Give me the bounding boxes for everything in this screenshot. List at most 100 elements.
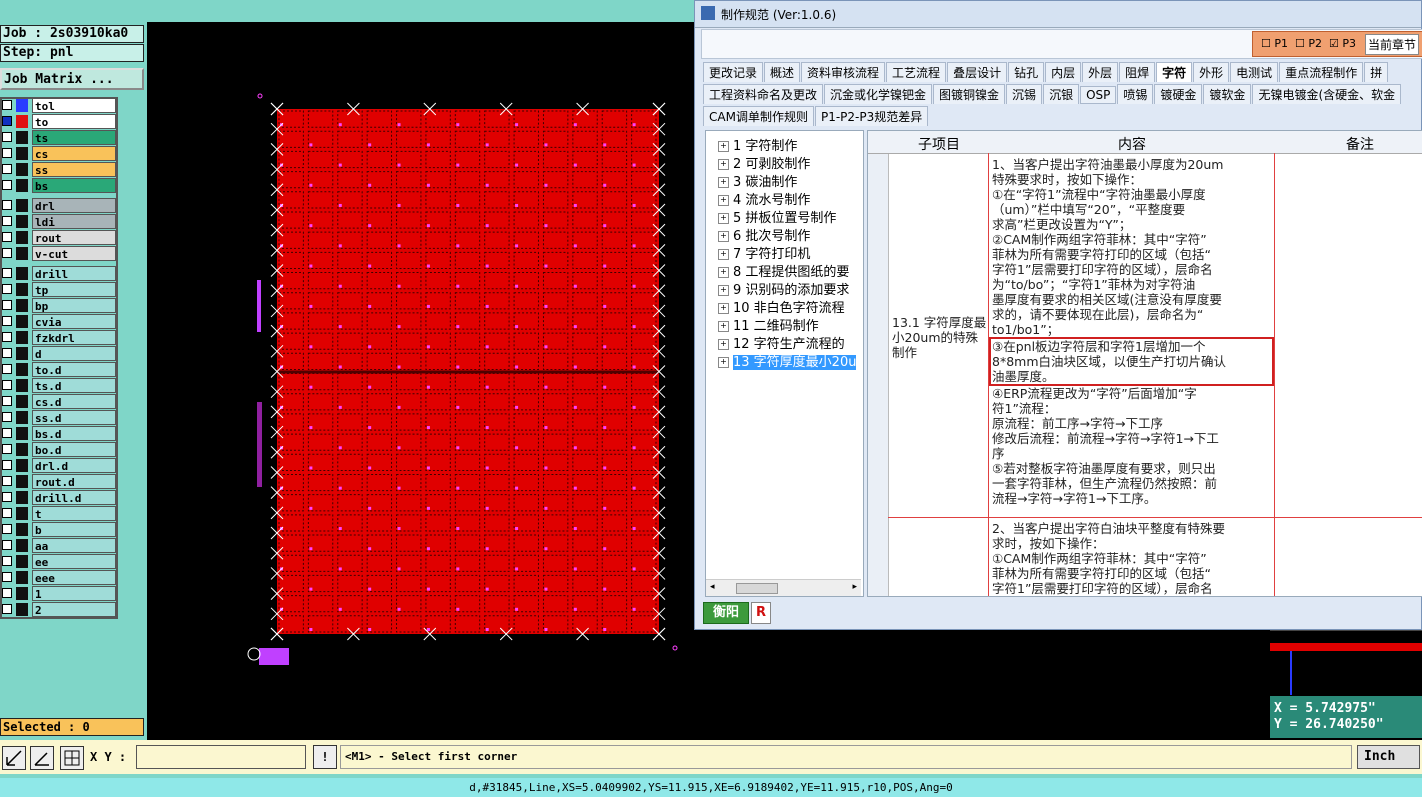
layer-checkbox[interactable]	[2, 180, 12, 190]
layer-color-swatch[interactable]	[16, 315, 28, 328]
unit-select[interactable]: Inch	[1357, 745, 1420, 769]
layer-name[interactable]: cs	[32, 146, 116, 161]
tab[interactable]: 外形	[1193, 62, 1230, 82]
layer-row[interactable]: drill.d	[0, 489, 118, 505]
layer-checkbox[interactable]	[2, 148, 12, 158]
layer-color-swatch[interactable]	[16, 427, 28, 440]
layer-color-swatch[interactable]	[16, 115, 28, 128]
layer-color-swatch[interactable]	[16, 507, 28, 520]
layer-color-swatch[interactable]	[16, 443, 28, 456]
layer-name[interactable]: ss.d	[32, 410, 116, 425]
layer-color-swatch[interactable]	[16, 539, 28, 552]
layer-row[interactable]: aa	[0, 537, 118, 553]
warning-icon[interactable]: !	[313, 745, 337, 769]
layer-name[interactable]: t	[32, 506, 116, 521]
tab[interactable]: 电测试	[1230, 62, 1279, 82]
layer-checkbox[interactable]	[2, 268, 12, 278]
layer-checkbox[interactable]	[2, 164, 12, 174]
expand-icon[interactable]: +	[718, 285, 729, 296]
layer-name[interactable]: 2	[32, 602, 116, 617]
layer-name[interactable]: drill	[32, 266, 116, 281]
tab[interactable]: 拼	[1364, 62, 1389, 82]
tree-item[interactable]: +9 识别码的添加要求	[718, 279, 849, 298]
layer-row[interactable]: cs.d	[0, 393, 118, 409]
layer-checkbox[interactable]	[2, 132, 12, 142]
layer-row[interactable]: fzkdrl	[0, 329, 118, 345]
layer-name[interactable]: bs.d	[32, 426, 116, 441]
tree-item[interactable]: +1 字符制作	[718, 135, 797, 154]
expand-icon[interactable]: +	[718, 231, 729, 242]
tree-item[interactable]: +13 字符厚度最小20u	[718, 351, 857, 370]
layer-checkbox[interactable]	[2, 380, 12, 390]
angle-tool-button[interactable]	[30, 746, 54, 770]
layer-name[interactable]: v-cut	[32, 246, 116, 261]
layer-row[interactable]: rout.d	[0, 473, 118, 489]
layer-checkbox[interactable]	[2, 556, 12, 566]
expand-icon[interactable]: +	[718, 249, 729, 260]
tab[interactable]: 喷锡	[1117, 84, 1154, 104]
layer-name[interactable]: ts	[32, 130, 116, 145]
tree-item[interactable]: +3 碳油制作	[718, 171, 797, 190]
layer-color-swatch[interactable]	[16, 475, 28, 488]
layer-checkbox[interactable]	[2, 348, 12, 358]
layer-name[interactable]: cvia	[32, 314, 116, 329]
job-matrix-button[interactable]: Job Matrix ...	[0, 68, 144, 90]
tree-item[interactable]: +10 非白色字符流程	[718, 297, 845, 316]
layer-checkbox[interactable]	[2, 476, 12, 486]
layer-checkbox[interactable]	[2, 572, 12, 582]
layer-color-swatch[interactable]	[16, 215, 28, 228]
layer-checkbox[interactable]	[2, 540, 12, 550]
layer-row[interactable]: ts.d	[0, 377, 118, 393]
layer-color-swatch[interactable]	[16, 395, 28, 408]
layer-row[interactable]: ldi	[0, 213, 118, 229]
layer-name[interactable]: eee	[32, 570, 116, 585]
tree-item[interactable]: +6 批次号制作	[718, 225, 810, 244]
layer-color-swatch[interactable]	[16, 331, 28, 344]
layer-checkbox[interactable]	[2, 492, 12, 502]
layer-checkbox[interactable]	[2, 396, 12, 406]
layer-row[interactable]: bs.d	[0, 425, 118, 441]
layer-checkbox[interactable]	[2, 524, 12, 534]
scroll-left-arrow[interactable]: ◂	[710, 582, 715, 592]
xy-input[interactable]	[136, 745, 306, 769]
layer-checkbox[interactable]	[2, 444, 12, 454]
layer-name[interactable]: aa	[32, 538, 116, 553]
layer-name[interactable]: drl	[32, 198, 116, 213]
tree-item[interactable]: +4 流水号制作	[718, 189, 810, 208]
layer-name[interactable]: b	[32, 522, 116, 537]
bottom-tab-hengyang[interactable]: 衡阳	[703, 602, 749, 624]
layer-checkbox[interactable]	[2, 116, 12, 126]
layer-name[interactable]: d	[32, 346, 116, 361]
expand-icon[interactable]: +	[718, 213, 729, 224]
tab[interactable]: 字符	[1156, 62, 1193, 82]
tab[interactable]: 钻孔	[1008, 62, 1045, 82]
expand-icon[interactable]: +	[718, 303, 729, 314]
layer-color-swatch[interactable]	[16, 587, 28, 600]
layer-row[interactable]: bp	[0, 297, 118, 313]
scroll-thumb[interactable]	[736, 583, 778, 594]
layer-name[interactable]: bo.d	[32, 442, 116, 457]
layer-checkbox[interactable]	[2, 604, 12, 614]
expand-icon[interactable]: +	[718, 357, 729, 368]
layer-color-swatch[interactable]	[16, 603, 28, 616]
tab[interactable]: OSP	[1080, 86, 1117, 104]
layer-checkbox[interactable]	[2, 332, 12, 342]
layer-row[interactable]: tol	[0, 97, 118, 113]
layer-color-swatch[interactable]	[16, 459, 28, 472]
layer-checkbox[interactable]	[2, 412, 12, 422]
layer-name[interactable]: tp	[32, 282, 116, 297]
layer-color-swatch[interactable]	[16, 491, 28, 504]
layer-color-swatch[interactable]	[16, 299, 28, 312]
layer-color-swatch[interactable]	[16, 379, 28, 392]
layer-name[interactable]: bp	[32, 298, 116, 313]
layer-checkbox[interactable]	[2, 284, 12, 294]
layer-name[interactable]: rout	[32, 230, 116, 245]
layer-checkbox[interactable]	[2, 508, 12, 518]
layer-checkbox[interactable]	[2, 216, 12, 226]
layer-row[interactable]: to.d	[0, 361, 118, 377]
mini-view[interactable]	[1270, 630, 1422, 695]
layer-row[interactable]: eee	[0, 569, 118, 585]
layer-color-swatch[interactable]	[16, 199, 28, 212]
layer-color-swatch[interactable]	[16, 179, 28, 192]
layer-row[interactable]: 1	[0, 585, 118, 601]
